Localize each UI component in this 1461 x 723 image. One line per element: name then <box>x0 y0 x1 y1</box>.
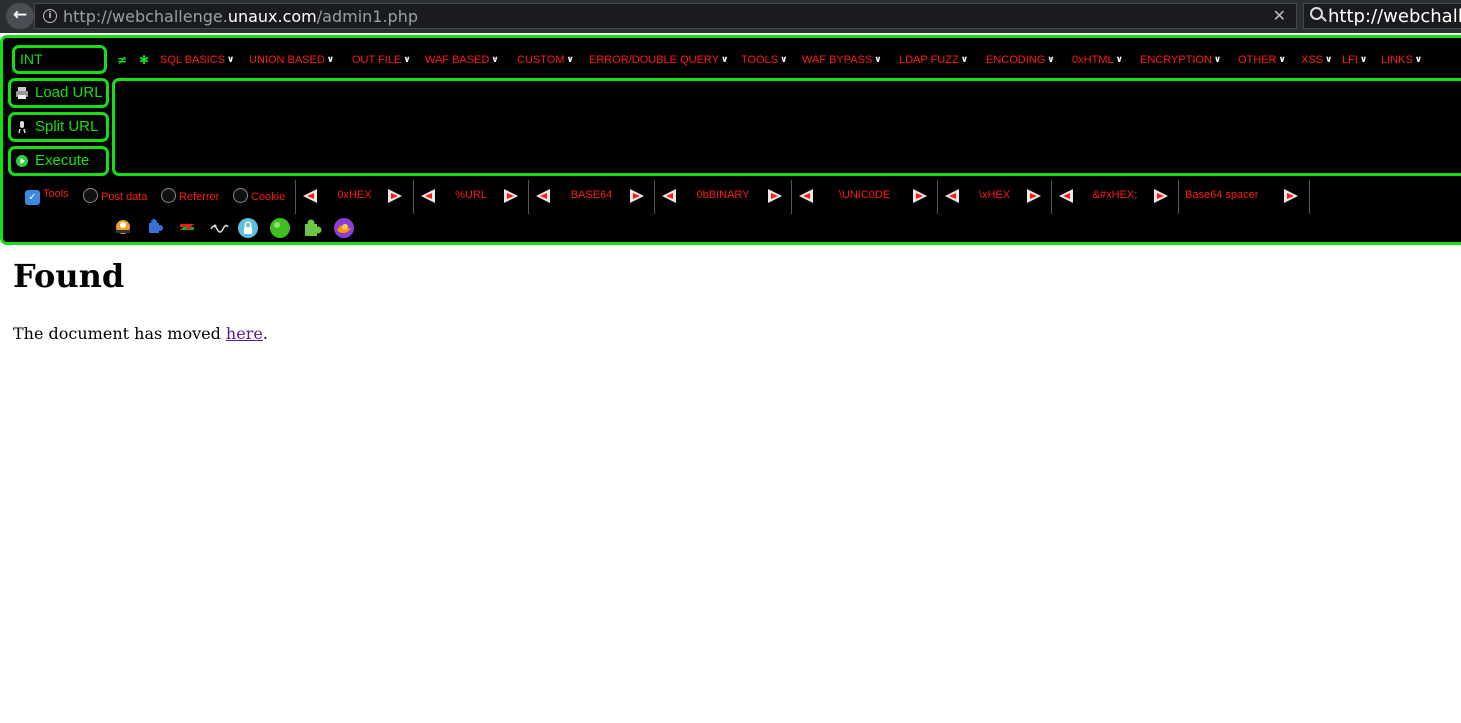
menu-union-based[interactable]: UNION BASED ∨ <box>249 54 334 66</box>
chevron-down-icon: ∨ <box>874 55 882 65</box>
chevron-down-icon: ∨ <box>1278 55 1286 65</box>
addon-puzzle-icon[interactable] <box>301 217 323 239</box>
firefox-icon[interactable] <box>333 217 355 239</box>
post-data-checkbox[interactable]: Post data <box>83 188 147 203</box>
cookie-checkbox[interactable]: Cookie <box>233 188 285 203</box>
chevron-down-icon: ∨ <box>721 55 729 65</box>
menu-sql-basics[interactable]: SQL BASICS ∨ <box>160 54 234 66</box>
encoder-xhex: \xHEX <box>937 180 1051 214</box>
search-input[interactable]: http://webchallenge <box>1328 6 1461 27</box>
arrow-right-icon[interactable] <box>913 189 927 203</box>
arrow-right-icon[interactable] <box>1027 189 1041 203</box>
menu-error-double-query[interactable]: ERROR/DOUBLE QUERY ∨ <box>589 54 728 66</box>
encoder-binary: 0bBINARY <box>654 180 791 214</box>
options-row: ✓ Tools Post data Referrer Cookie 0xHEX %… <box>3 180 1461 214</box>
checkmark-icon: ✓ <box>25 190 40 205</box>
menu-waf-based[interactable]: WAF BASED ∨ <box>425 54 499 66</box>
star-icon[interactable]: ✱ <box>139 53 149 67</box>
chevron-down-icon: ∨ <box>1325 55 1333 65</box>
split-url-button[interactable]: Split URL <box>8 112 109 142</box>
here-link[interactable]: here <box>226 324 263 343</box>
url-textarea[interactable] <box>112 78 1461 176</box>
chevron-down-icon: ∨ <box>1414 55 1423 65</box>
menu-0xhtml[interactable]: 0xHTML ∨ <box>1072 54 1123 66</box>
chevron-down-icon: ∨ <box>960 55 969 65</box>
encoder-html-hex: &#xHEX; <box>1051 180 1178 214</box>
search-bar[interactable]: http://webchallenge <box>1303 3 1461 29</box>
play-icon <box>16 155 28 167</box>
arrow-right-icon[interactable] <box>1284 189 1298 203</box>
search-icon <box>1310 7 1323 20</box>
squiggle-icon[interactable] <box>209 217 229 237</box>
arrow-right-icon[interactable] <box>630 189 644 203</box>
arrow-right-icon[interactable] <box>1154 189 1168 203</box>
arrow-right-icon[interactable] <box>504 189 518 203</box>
back-button[interactable]: ← <box>6 3 34 29</box>
url-text[interactable]: http://webchallenge.unaux.com/admin1.php <box>63 7 418 26</box>
menu-links[interactable]: LINKS ∨ <box>1381 54 1422 66</box>
chevron-down-icon: ∨ <box>491 55 499 65</box>
chevron-down-icon: ∨ <box>780 55 788 65</box>
chevron-down-icon: ∨ <box>1359 55 1368 65</box>
scissors-icon <box>18 121 26 134</box>
minimize-icon[interactable]: ≠ <box>117 53 127 67</box>
chevron-down-icon: ∨ <box>566 55 574 65</box>
referrer-checkbox[interactable]: Referrer <box>161 188 219 203</box>
lock-icon[interactable] <box>237 217 259 239</box>
refresh-icon[interactable] <box>177 217 197 237</box>
chevron-down-icon: ∨ <box>326 55 335 65</box>
moved-text-end: . <box>262 324 268 343</box>
int-select[interactable]: INT <box>12 45 107 74</box>
chevron-down-icon: ∨ <box>403 55 411 65</box>
menu-waf-bypass[interactable]: WAF BYPASS ∨ <box>802 54 882 66</box>
menu-tools[interactable]: TOOLS ∨ <box>741 54 787 66</box>
encoder-base64-spacer: Base64 spacer <box>1178 180 1310 214</box>
encoder-unicode: \UNIC0DE <box>791 180 937 214</box>
chevron-down-icon: ∨ <box>1213 55 1222 65</box>
encoder-url: %URL <box>413 180 528 214</box>
load-url-button[interactable]: Load URL <box>8 78 109 108</box>
menu-encryption[interactable]: ENCRYPTION ∨ <box>1140 54 1221 66</box>
page-title: Found <box>13 257 125 295</box>
menu-custom[interactable]: CUSTOM ∨ <box>517 54 574 66</box>
info-icon[interactable]: i <box>43 9 57 23</box>
menu-other[interactable]: OTHER ∨ <box>1238 54 1286 66</box>
arrow-right-icon[interactable] <box>388 189 402 203</box>
puzzle-icon[interactable] <box>145 217 165 237</box>
encoder-0xhex: 0xHEX <box>295 180 413 214</box>
menu-encoding[interactable]: ENCODING ∨ <box>986 54 1055 66</box>
encoder-base64: BASE64 <box>528 180 654 214</box>
green-dot-icon[interactable] <box>269 217 291 239</box>
menu-out-file[interactable]: OUT FILE ∨ <box>352 54 411 66</box>
page-content: Found The document has moved here. <box>0 248 1461 723</box>
hackbar-panel: INT ≠ ✱ SQL BASICS ∨ UNION BASED ∨ OUT FIL… <box>0 35 1461 245</box>
chevron-down-icon: ∨ <box>1047 55 1055 65</box>
execute-button[interactable]: Execute <box>8 146 109 176</box>
arrow-right-icon[interactable] <box>768 189 782 203</box>
chevron-down-icon: ∨ <box>1115 55 1123 65</box>
chevron-down-icon: ∨ <box>227 55 235 65</box>
tools-checkbox[interactable]: ✓ Tools <box>25 188 69 205</box>
firebug-icon[interactable] <box>113 217 133 237</box>
close-icon[interactable]: ✕ <box>1273 6 1286 25</box>
moved-message: The document has moved here. <box>13 324 268 343</box>
printer-icon <box>16 87 28 99</box>
address-bar[interactable]: i http://webchallenge.unaux.com/admin1.p… <box>34 3 1297 29</box>
menu-xss[interactable]: XSS ∨ <box>1301 54 1332 66</box>
menu-lfi[interactable]: LFI ∨ <box>1342 54 1367 66</box>
menu-ldap-fuzz[interactable]: LDAP FUZZ ∨ <box>899 54 968 66</box>
browser-toolbar: ← i http://webchallenge.unaux.com/admin1… <box>0 0 1461 33</box>
moved-text: The document has moved <box>13 324 226 343</box>
